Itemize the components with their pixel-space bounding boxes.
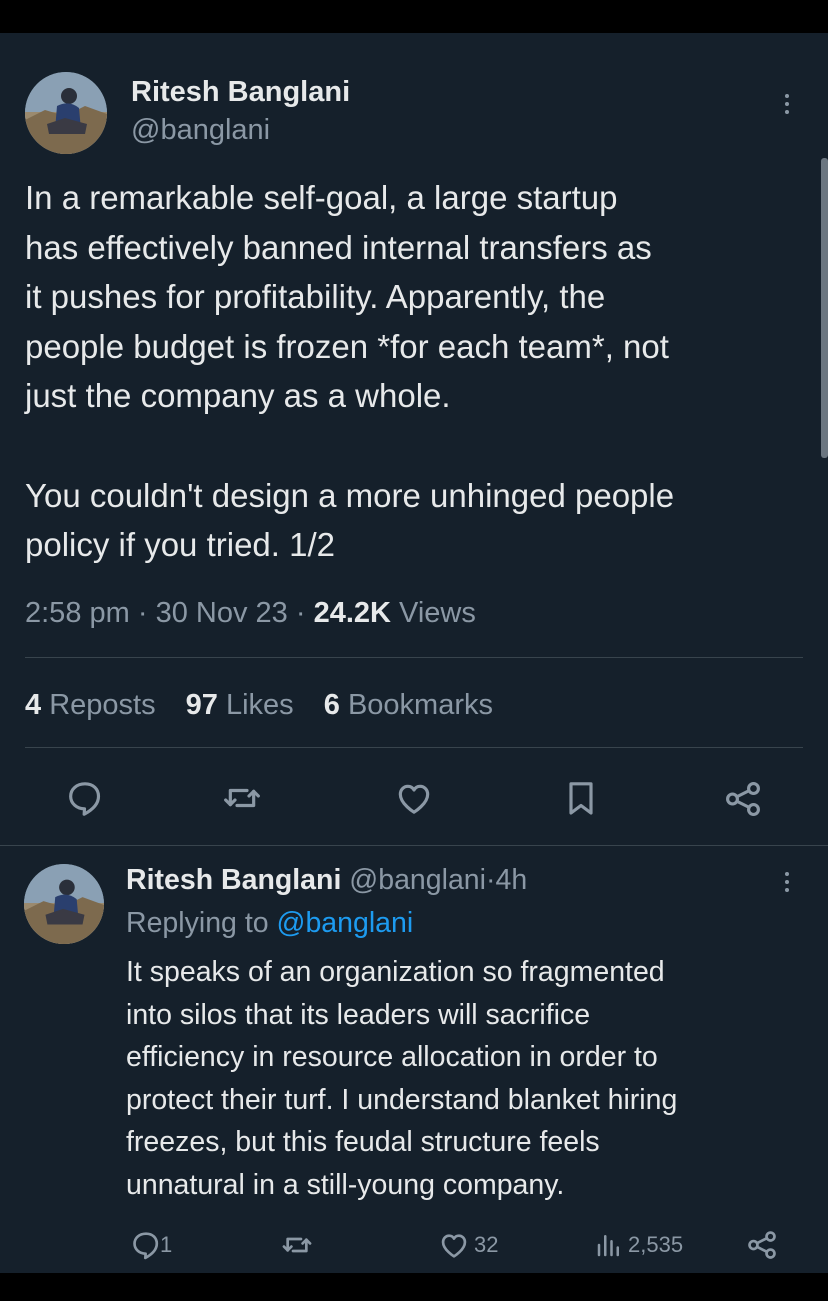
- heart-icon: [441, 1234, 467, 1258]
- tweet-date[interactable]: 30 Nov 23: [156, 597, 288, 629]
- divider: [25, 747, 803, 748]
- repost-button[interactable]: [222, 778, 262, 818]
- bookmark-icon: [569, 782, 593, 815]
- share-button[interactable]: [722, 778, 764, 820]
- tweet-time[interactable]: 2:58 pm: [25, 597, 130, 629]
- reply-text: It speaks of an organization so fragment…: [126, 951, 806, 1207]
- reply-like-button[interactable]: 32: [438, 1229, 498, 1261]
- reposts-stat[interactable]: 4 Reposts: [25, 689, 156, 721]
- tweet-line: You couldn't design a more unhinged peop…: [25, 476, 675, 514]
- meta-separator: ·: [137, 597, 148, 629]
- reply-author-handle[interactable]: @banglani: [349, 864, 486, 896]
- avatar[interactable]: [25, 72, 107, 154]
- navigation-bar: [0, 1273, 828, 1301]
- reply-icon: [133, 1232, 159, 1260]
- reply-repost-button[interactable]: [281, 1229, 313, 1261]
- author-name[interactable]: Ritesh Banglani: [131, 75, 350, 109]
- like-button[interactable]: [394, 778, 434, 818]
- reply-icon: [69, 782, 101, 816]
- scrollbar[interactable]: [821, 158, 828, 458]
- views-count: 24.2K: [313, 597, 391, 629]
- share-icon: [726, 782, 760, 816]
- likes-stat[interactable]: 97 Likes: [186, 689, 294, 721]
- reply-count: 1: [160, 1232, 173, 1257]
- meta-separator: ·: [486, 864, 496, 896]
- reply-line: unnatural in a still-young company.: [126, 1168, 565, 1201]
- more-icon[interactable]: [777, 864, 797, 900]
- tweet-line: policy if you tried. 1/2: [25, 526, 335, 563]
- divider: [25, 657, 803, 658]
- status-bar: [0, 0, 828, 33]
- reply-share-button[interactable]: [745, 1228, 779, 1262]
- bookmarks-stat[interactable]: 6 Bookmarks: [324, 689, 493, 721]
- tweet-line: In a remarkable self-goal, a large start…: [25, 179, 618, 216]
- reply-line: protect their turf. I understand blanket…: [126, 1083, 678, 1116]
- avatar[interactable]: [24, 864, 104, 944]
- reply-views-button[interactable]: 2,535: [594, 1229, 683, 1261]
- reply-line: It speaks of an organization so fragment…: [126, 956, 665, 988]
- bookmark-button[interactable]: [561, 778, 601, 818]
- tweet-line: has effectively banned internal transfer…: [25, 228, 652, 266]
- reply-reply-button[interactable]: 1: [130, 1229, 172, 1261]
- replying-to: Replying to @banglani: [126, 906, 413, 940]
- repost-icon: [224, 788, 260, 808]
- author-handle[interactable]: @banglani: [131, 113, 270, 147]
- tweet-text: In a remarkable self-goal, a large start…: [25, 173, 815, 570]
- reply-button[interactable]: [65, 778, 105, 818]
- reply-line: freezes, but this feudal structure feels: [126, 1126, 600, 1159]
- share-icon: [748, 1231, 776, 1259]
- views-label: Views: [399, 597, 476, 629]
- like-count: 32: [474, 1232, 499, 1257]
- tweet-meta: 2:58 pm · 30 Nov 23 · 24.2K Views: [25, 595, 476, 631]
- tweet-line: it pushes for profitability. Apparently,…: [25, 278, 606, 315]
- repost-icon: [282, 1237, 312, 1253]
- reply-age[interactable]: 4h: [496, 864, 528, 896]
- views-count: 2,535: [628, 1232, 684, 1257]
- engagement-stats: 4 Reposts 97 Likes 6 Bookmarks: [25, 687, 515, 723]
- views-icon: [597, 1235, 619, 1257]
- divider: [0, 845, 828, 846]
- reply-header: Ritesh Banglani @banglani·4h: [126, 863, 527, 897]
- heart-icon: [398, 784, 430, 814]
- replying-handle-link[interactable]: @banglani: [277, 907, 414, 939]
- reply-line: into silos that its leaders will sacrifi…: [126, 998, 591, 1031]
- replying-prefix: Replying to: [126, 907, 269, 939]
- meta-separator: ·: [295, 597, 306, 629]
- reply-line: efficiency in resource allocation in ord…: [126, 1041, 658, 1074]
- tweet-line: just the company as a whole.: [25, 377, 451, 414]
- more-icon[interactable]: [777, 86, 797, 122]
- reply-author-name[interactable]: Ritesh Banglani: [126, 864, 341, 896]
- tweet-line: people budget is frozen *for each team*,…: [25, 327, 669, 365]
